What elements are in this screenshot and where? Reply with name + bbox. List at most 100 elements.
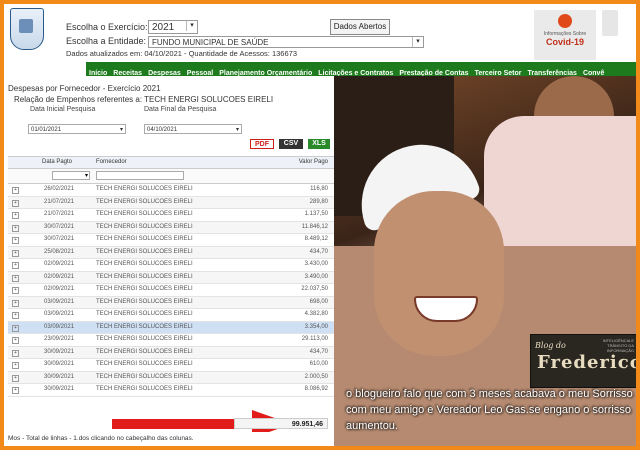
cell-valor: 116,80 [310, 186, 328, 192]
export-csv-button[interactable]: CSV [279, 139, 303, 149]
table-row[interactable]: +30/09/2021 TECH ENERGI SOLUCOES EIRELI 2.… [8, 371, 334, 384]
cell-fornecedor: TECH ENERGI SOLUCOES EIRELI [96, 198, 193, 205]
cell-valor: 3.430,00 [304, 261, 328, 267]
cell-fornecedor: TECH ENERGI SOLUCOES EIRELI [96, 311, 193, 317]
exercicio-value: 2021 [152, 22, 175, 33]
cell-fornecedor: TECH ENERGI SOLUCOES EIRELI [96, 211, 193, 217]
cell-valor: 434,70 [309, 248, 328, 255]
data-final-label: Data Final da Pesquisa [144, 106, 217, 113]
expand-icon[interactable]: + [12, 199, 19, 207]
nav-item[interactable]: Transferências [525, 67, 580, 76]
nav-item[interactable]: Despesas [145, 67, 184, 76]
cell-fornecedor: TECH ENERGI SOLUCOES EIRELI [96, 336, 193, 342]
expand-icon[interactable]: + [12, 212, 19, 219]
cell-fornecedor: TECH ENERGI SOLUCOES EIRELI [96, 298, 193, 305]
table-row[interactable]: +30/09/2021 TECH ENERGI SOLUCOES EIRELI 43… [8, 346, 334, 359]
main-nav: Início Receitas Despesas Pessoal Planejament… [86, 62, 636, 76]
table-row[interactable]: +23/09/2021 TECH ENERGI SOLUCOES EIRELI 29… [8, 334, 334, 347]
expand-icon[interactable]: + [12, 287, 19, 294]
col-header-valor[interactable]: Valor Pago [299, 157, 328, 168]
table-row[interactable]: +03/09/2021 TECH ENERGI SOLUCOES EIRELI 3.… [8, 321, 334, 334]
covid-info-button[interactable]: Informações Sobre Covid-19 [534, 10, 596, 60]
top-header: Escolha o Exercício: 2021 ▾ Dados Aberto… [4, 4, 636, 62]
expand-icon[interactable]: + [12, 374, 19, 382]
table-row[interactable]: +30/07/2021 TECH ENERGI SOLUCOES EIRELI 8.… [8, 234, 334, 247]
nav-item[interactable]: Prestação de Contas [396, 67, 471, 76]
municipal-crest-icon [10, 8, 44, 50]
expand-icon[interactable]: + [12, 387, 19, 394]
table-row[interactable]: +03/09/2021 TECH ENERGI SOLUCOES EIRELI 69… [8, 296, 334, 309]
table-row[interactable]: +21/07/2021 TECH ENERGI SOLUCOES EIRELI 28… [8, 196, 334, 209]
table-filter-row: ▾ [8, 169, 334, 184]
cell-data: 21/07/2021 [44, 198, 75, 205]
expand-icon[interactable]: + [12, 362, 19, 369]
expand-icon[interactable]: + [12, 337, 19, 344]
table-row[interactable]: +21/07/2021 TECH ENERGI SOLUCOES EIRELI 1.… [8, 209, 334, 222]
expand-icon[interactable]: + [12, 274, 19, 282]
fornecedor-filter-input[interactable] [96, 171, 184, 180]
table-row[interactable]: +30/09/2021 TECH ENERGI SOLUCOES EIRELI 8.… [8, 384, 334, 397]
table-row[interactable]: +03/09/2021 TECH ENERGI SOLUCOES EIRELI 4.… [8, 309, 334, 322]
table-row[interactable]: +02/09/2021 TECH ENERGI SOLUCOES EIRELI 3.… [8, 259, 334, 272]
chevron-down-icon: ▾ [186, 21, 197, 31]
table-row[interactable]: +30/09/2021 TECH ENERGI SOLUCOES EIRELI 61… [8, 359, 334, 372]
export-pdf-button[interactable]: PDF [250, 139, 274, 149]
expand-icon[interactable]: + [12, 224, 19, 232]
cell-data: 03/09/2021 [44, 298, 75, 305]
expand-icon[interactable]: + [12, 237, 19, 244]
cell-valor: 3.354,00 [304, 323, 328, 330]
screenshot-frame: Escolha o Exercício: 2021 ▾ Dados Aberto… [4, 4, 636, 446]
table-body: +26/02/2021 TECH ENERGI SOLUCOES EIRELI 11… [8, 184, 334, 397]
cell-data: 30/09/2021 [44, 373, 75, 380]
cell-data: 21/07/2021 [44, 211, 75, 217]
cell-fornecedor: TECH ENERGI SOLUCOES EIRELI [96, 248, 193, 255]
expand-icon[interactable]: + [12, 324, 19, 332]
nav-item[interactable]: Receitas [110, 67, 145, 76]
table-row[interactable]: +02/09/2021 TECH ENERGI SOLUCOES EIRELI 22… [8, 284, 334, 297]
table-row[interactable]: +26/02/2021 TECH ENERGI SOLUCOES EIRELI 11… [8, 184, 334, 197]
col-header-fornecedor[interactable]: Fornecedor [96, 157, 127, 168]
cell-valor: 3.490,00 [304, 273, 328, 280]
date-filter-select[interactable]: ▾ [52, 171, 90, 180]
cell-fornecedor: TECH ENERGI SOLUCOES EIRELI [96, 348, 193, 355]
table-row[interactable]: +30/07/2021 TECH ENERGI SOLUCOES EIRELI 11… [8, 221, 334, 234]
exercicio-label: Escolha o Exercício: [66, 22, 148, 32]
panel-title: Despesas por Fornecedor - Exercício 2021 [8, 84, 161, 93]
table-row[interactable]: +25/08/2021 TECH ENERGI SOLUCOES EIRELI 43… [8, 246, 334, 259]
chevron-down-icon: ▾ [119, 127, 123, 133]
data-final-input[interactable]: 04/10/2021 ▾ [144, 124, 242, 134]
col-header-data[interactable]: Data Pagto [42, 157, 72, 168]
cell-valor: 8.489,12 [304, 236, 328, 242]
export-xls-button[interactable]: XLS [308, 139, 330, 149]
accessibility-icon[interactable] [602, 10, 618, 36]
cell-data: 03/09/2021 [44, 311, 75, 317]
nav-item[interactable]: Terceiro Setor [472, 67, 525, 76]
cell-valor: 29.113,00 [301, 336, 328, 342]
entidade-select[interactable]: FUNDO MUNICIPAL DE SAÚDE ▾ [148, 36, 424, 48]
exercicio-select[interactable]: 2021 ▾ [148, 20, 198, 34]
nav-item[interactable]: Licitações e Contratos [315, 67, 396, 76]
data-inicial-value: 01/01/2021 [31, 127, 62, 133]
nav-item[interactable]: Convê [580, 67, 607, 76]
cell-data: 02/09/2021 [44, 261, 75, 267]
nav-item[interactable]: Início [86, 67, 110, 76]
table-row[interactable]: +02/09/2021 TECH ENERGI SOLUCOES EIRELI 3.… [8, 271, 334, 284]
expand-icon[interactable]: + [12, 299, 19, 307]
photo-person-1 [374, 191, 504, 356]
nav-item[interactable]: Planejamento Orçamentário [216, 67, 315, 76]
expand-icon[interactable]: + [12, 187, 19, 194]
entidade-label: Escolha a Entidade: [66, 36, 147, 46]
cell-valor: 610,00 [309, 361, 328, 367]
dados-abertos-button[interactable]: Dados Abertos [330, 19, 390, 35]
expand-icon[interactable]: + [12, 349, 19, 357]
expand-icon[interactable]: + [12, 312, 19, 319]
data-inicial-input[interactable]: 01/01/2021 ▾ [28, 124, 126, 134]
cell-data: 30/09/2021 [44, 348, 75, 355]
cell-data: 30/09/2021 [44, 361, 75, 367]
entidade-value: FUNDO MUNICIPAL DE SAÚDE [152, 38, 269, 47]
expand-icon[interactable]: + [12, 262, 19, 269]
logo-main-text: Frederico [537, 352, 636, 373]
total-value: 99.951,46 [234, 418, 328, 429]
expand-icon[interactable]: + [12, 249, 19, 257]
nav-item[interactable]: Pessoal [184, 67, 216, 76]
